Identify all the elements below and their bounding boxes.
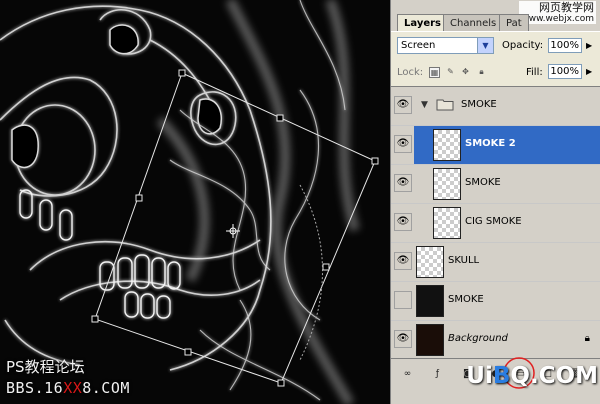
layer-info[interactable]: SMOKE xyxy=(414,282,600,320)
watermark-br-part2: B xyxy=(492,363,511,389)
watermark-br-part4: .COM xyxy=(529,363,598,389)
expand-triangle-icon[interactable]: ▼ xyxy=(421,100,428,110)
eye-icon[interactable]: 👁︎ xyxy=(394,330,412,348)
layer-name: CIG SMOKE xyxy=(465,216,522,227)
opacity-input[interactable]: 100% xyxy=(548,38,582,53)
layer-row-group-smoke[interactable]: 👁︎ ▼ SMOKE xyxy=(391,87,600,126)
eye-icon[interactable]: 👁︎ xyxy=(394,135,412,153)
layer-options: Screen ▼ Opacity: 100% ▶ Lock: ▦ ✎ ✥ 🔒︎ … xyxy=(391,31,600,87)
blend-mode-value: Screen xyxy=(401,40,436,51)
layer-thumbnail xyxy=(433,129,461,161)
lock-all-icon[interactable]: 🔒︎ xyxy=(476,67,487,78)
layers-bottom-toolbar: ∞ ƒ ◙ ◐ ▭ □ 🗑︎ UiBQ.COM xyxy=(391,357,600,389)
fill-arrow-icon[interactable]: ▶ xyxy=(586,67,592,76)
eye-icon[interactable]: 👁︎ xyxy=(394,96,412,114)
layer-name: SMOKE xyxy=(461,99,497,110)
layer-thumbnail xyxy=(433,207,461,239)
blend-mode-select[interactable]: Screen ▼ xyxy=(397,37,494,54)
canvas-artwork xyxy=(0,0,379,404)
layer-name: SMOKE 2 xyxy=(465,138,516,149)
layer-info[interactable]: SMOKE 2 xyxy=(414,126,600,164)
fill-input[interactable]: 100% xyxy=(548,64,582,79)
layer-list: 👁︎ ▼ SMOKE 👁︎ SMOKE 2 👁︎ SMOKE 👁︎ CIG SM… xyxy=(391,86,600,360)
lock-icon: 🔒︎ xyxy=(584,333,590,344)
lock-position-icon[interactable]: ✥ xyxy=(460,67,471,78)
eye-icon[interactable]: 👁︎ xyxy=(394,213,412,231)
watermark-br-part1: Ui xyxy=(466,363,493,389)
layer-row-background[interactable]: 👁︎ Background 🔒︎ xyxy=(391,321,600,360)
layer-info[interactable]: CIG SMOKE xyxy=(414,204,600,242)
eye-icon[interactable]: 👁︎ xyxy=(394,252,412,270)
layer-thumbnail xyxy=(433,168,461,200)
layer-info[interactable]: SMOKE xyxy=(414,165,600,203)
eye-icon[interactable]: 👁︎ xyxy=(394,174,412,192)
document-canvas[interactable]: PS教程论坛 BBS.16XX8.COM xyxy=(0,0,390,404)
layer-row-skull[interactable]: 👁︎ SKULL xyxy=(391,243,600,282)
layer-name: SMOKE xyxy=(448,294,484,305)
layer-row-smoke-hidden[interactable]: · SMOKE xyxy=(391,282,600,321)
tab-layers[interactable]: Layers xyxy=(397,14,448,31)
watermark-url-part2: XX xyxy=(63,379,83,397)
link-layers-icon[interactable]: ∞ xyxy=(401,368,414,381)
watermark-url-part1: BBS.16 xyxy=(6,379,64,397)
layer-name: SKULL xyxy=(448,255,480,266)
watermark-url-part3: 8.COM xyxy=(82,379,130,397)
watermark-br-part3: Q xyxy=(510,363,530,389)
layer-thumbnail xyxy=(416,324,444,356)
layer-info[interactable]: SKULL xyxy=(414,243,600,281)
watermark-forum-url: BBS.16XX8.COM xyxy=(6,379,130,397)
fill-label: Fill: xyxy=(526,67,543,78)
layer-name: Background xyxy=(448,333,508,344)
layer-row-cig-smoke[interactable]: 👁︎ CIG SMOKE xyxy=(391,204,600,243)
layers-panel: 网页教学网 www.webjx.com Layers Channels Pat … xyxy=(390,0,600,404)
opacity-arrow-icon[interactable]: ▶ xyxy=(586,41,592,50)
layer-style-icon[interactable]: ƒ xyxy=(431,368,444,381)
layer-info[interactable]: ▼ SMOKE xyxy=(414,87,600,125)
layer-row-smoke-2[interactable]: 👁︎ SMOKE 2 xyxy=(391,126,600,165)
layer-info[interactable]: Background 🔒︎ xyxy=(414,321,600,359)
layer-thumbnail xyxy=(416,246,444,278)
folder-icon xyxy=(436,99,454,111)
chevron-down-icon[interactable]: ▼ xyxy=(477,38,493,53)
tab-paths[interactable]: Pat xyxy=(499,14,529,31)
visibility-toggle[interactable]: · xyxy=(394,291,412,309)
panel-tabs: Layers Channels Pat xyxy=(391,14,600,31)
lock-label: Lock: xyxy=(397,67,424,78)
lock-image-icon[interactable]: ✎ xyxy=(445,67,456,78)
watermark-forum-name: PS教程论坛 xyxy=(6,358,85,376)
layer-thumbnail xyxy=(416,285,444,317)
tab-channels[interactable]: Channels xyxy=(443,14,504,31)
opacity-label: Opacity: xyxy=(502,40,544,51)
layer-row-smoke[interactable]: 👁︎ SMOKE xyxy=(391,165,600,204)
lock-transparent-icon[interactable]: ▦ xyxy=(429,67,440,78)
watermark-site-name: 网页教学网 xyxy=(539,1,594,14)
watermark-bottom-right: UiBQ.COM xyxy=(466,363,598,389)
layer-name: SMOKE xyxy=(465,177,501,188)
